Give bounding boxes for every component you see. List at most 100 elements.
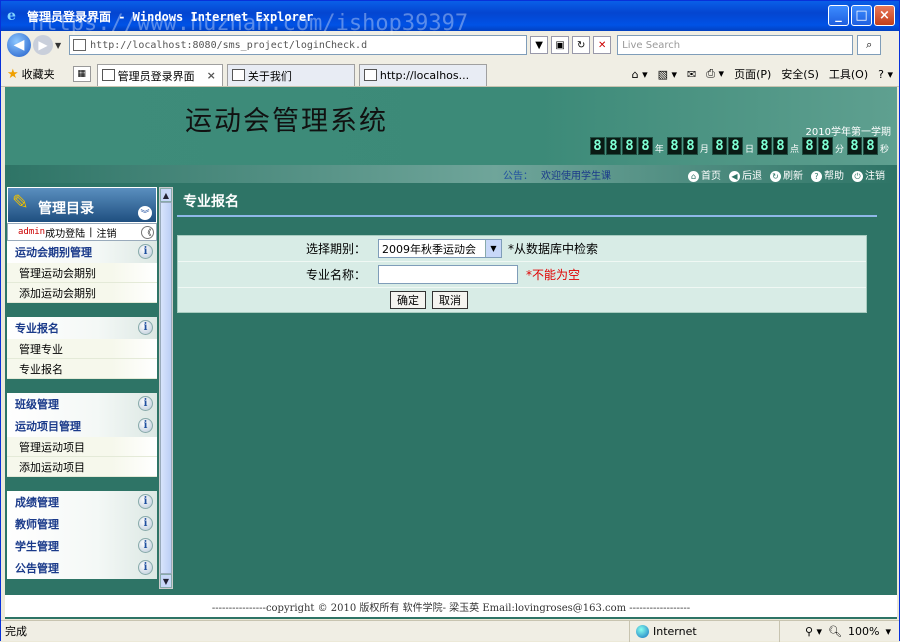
- tab-admin-login[interactable]: 管理员登录界面 ×: [96, 64, 223, 86]
- logout-link[interactable]: 注销: [96, 225, 116, 240]
- sidebar-group-title[interactable]: 成绩管理 i: [7, 491, 157, 513]
- major-label: 专业名称：: [305, 268, 366, 282]
- clock-digit: 8: [666, 137, 682, 155]
- tab-close-icon[interactable]: ×: [207, 69, 216, 82]
- feeds-icon[interactable]: ▧ ▾: [658, 68, 677, 81]
- clock-unit: 月: [699, 145, 709, 155]
- chevron-down-icon[interactable]: ▼: [485, 240, 501, 257]
- info-icon[interactable]: i: [138, 560, 153, 575]
- minimize-button[interactable]: _: [828, 5, 849, 26]
- sidebar-group: 专业报名 i 管理专业 专业报名: [7, 317, 157, 379]
- sidebar-item[interactable]: 管理运动会期别: [7, 263, 157, 283]
- scroll-down-icon[interactable]: ▼: [160, 574, 172, 588]
- info-icon[interactable]: i: [138, 418, 153, 433]
- sidebar-group-title[interactable]: 公告管理 i: [7, 557, 157, 579]
- tools-menu[interactable]: 工具(O): [829, 66, 868, 82]
- info-icon[interactable]: i: [138, 244, 153, 259]
- zoom-icon: 🔍︎: [828, 624, 843, 638]
- search-input[interactable]: Live Search: [617, 35, 854, 55]
- quick-back[interactable]: ◀ 后退: [729, 167, 762, 182]
- sidebar-group-title[interactable]: 学生管理 i: [7, 535, 157, 557]
- search-icon[interactable]: ⌕: [857, 35, 882, 55]
- info-icon[interactable]: i: [138, 396, 153, 411]
- term-label: 2010学年第一学期: [805, 127, 891, 138]
- major-name-input[interactable]: [378, 265, 518, 284]
- sidebar-group-title[interactable]: 专业报名 i: [7, 317, 157, 339]
- mail-icon[interactable]: ✉: [687, 68, 696, 81]
- clock-digit: 8: [817, 137, 833, 155]
- info-icon[interactable]: i: [138, 320, 153, 335]
- stop-icon[interactable]: ✕: [593, 36, 612, 54]
- zoom-dropdown-icon[interactable]: ▾: [885, 625, 891, 638]
- confirm-button[interactable]: 确定: [390, 291, 426, 309]
- quick-tabs-icon[interactable]: ▦: [72, 66, 91, 82]
- sidebar-header: ✎ 管理目录 ︾: [7, 187, 157, 223]
- signup-form: 选择期别： 2009年秋季运动会 ▼ *从数据库中检索 专业名称： *不能为空: [177, 235, 867, 313]
- info-icon[interactable]: i: [138, 494, 153, 509]
- quick-home[interactable]: ⌂ 首页: [688, 167, 721, 182]
- cancel-button[interactable]: 取消: [432, 291, 468, 309]
- status-text: 完成: [5, 625, 27, 638]
- period-value: 2009年秋季运动会: [382, 242, 476, 256]
- sidebar-group: 教师管理 i: [7, 513, 157, 535]
- help-icon: ?: [811, 170, 822, 182]
- title-bar: e 管理员登录界面 - Windows Internet Explorer _ …: [1, 1, 899, 31]
- page-icon: [73, 39, 87, 51]
- sidebar-item[interactable]: 管理专业: [7, 339, 157, 359]
- security-zone[interactable]: Internet: [629, 620, 779, 642]
- home-icon[interactable]: ⌂ ▾: [632, 68, 648, 81]
- forward-button[interactable]: ▶: [33, 35, 53, 55]
- refresh-icon[interactable]: ↻: [572, 36, 591, 54]
- page-icon: [363, 69, 377, 81]
- site-title: 运动会管理系统: [185, 106, 388, 137]
- sidebar-group-label: 班级管理: [15, 398, 59, 411]
- zoom-level: 100%: [848, 624, 880, 638]
- help-icon[interactable]: ? ▾: [878, 68, 893, 81]
- notice-bar: 公告： 欢迎使用学生课 ⌂ 首页 ◀ 后退 ↻ 刷新 ? 帮助 ⏻ 注销: [5, 165, 897, 183]
- sidebar-item[interactable]: 添加运动会期别: [7, 283, 157, 303]
- clock-digit: 8: [682, 137, 698, 155]
- page-menu[interactable]: 页面(P): [734, 66, 771, 82]
- sidebar-group-label: 学生管理: [15, 540, 59, 553]
- star-icon: ★: [7, 66, 19, 82]
- compat-view-icon[interactable]: ▣: [551, 36, 570, 54]
- safety-menu[interactable]: 安全(S): [781, 66, 819, 82]
- address-input[interactable]: http://localhost:8080/sms_project/loginC…: [69, 35, 528, 55]
- collapse-icon[interactable]: ︾: [138, 206, 152, 220]
- sidebar-scrollbar[interactable]: ▲ ▼: [159, 187, 173, 589]
- quick-logout[interactable]: ⏻ 注销: [852, 167, 885, 182]
- status-bar: 完成 Internet ⚲ ▾ 🔍︎ 100% ▾: [1, 620, 899, 642]
- quick-help[interactable]: ? 帮助: [811, 167, 844, 182]
- scroll-thumb[interactable]: [160, 202, 172, 574]
- back-circle-icon[interactable]: 《: [141, 226, 154, 239]
- sidebar-item[interactable]: 管理运动项目: [7, 437, 157, 457]
- close-button[interactable]: ×: [874, 5, 895, 26]
- print-icon[interactable]: ⎙ ▾: [706, 67, 724, 81]
- sidebar-item[interactable]: 添加运动项目: [7, 457, 157, 477]
- sidebar-group-label: 专业报名: [15, 322, 59, 335]
- back-button[interactable]: ◀: [7, 33, 31, 57]
- protected-mode-icon[interactable]: ⚲ ▾: [805, 625, 822, 638]
- clock-digit: 8: [605, 137, 621, 155]
- address-dropdown-icon[interactable]: ▼: [530, 36, 549, 54]
- tab-localhost[interactable]: http://localhos...: [358, 64, 487, 86]
- page-footer: ----------------copyright © 2010 版权所有 软件…: [5, 595, 897, 617]
- sidebar-group-title[interactable]: 教师管理 i: [7, 513, 157, 535]
- quick-refresh[interactable]: ↻ 刷新: [770, 167, 803, 182]
- sidebar-group-label: 公告管理: [15, 562, 59, 575]
- zoom-control[interactable]: ⚲ ▾ 🔍︎ 100% ▾: [779, 620, 899, 642]
- maximize-button[interactable]: □: [851, 5, 872, 26]
- sidebar-group-title[interactable]: 运动项目管理 i: [7, 415, 157, 437]
- scroll-up-icon[interactable]: ▲: [160, 188, 172, 202]
- sidebar-group-title[interactable]: 班级管理 i: [7, 393, 157, 415]
- period-label: 选择期别：: [305, 242, 366, 256]
- info-icon[interactable]: i: [138, 516, 153, 531]
- favorites-button[interactable]: ★ 收藏夹: [1, 62, 61, 86]
- sidebar-group-title[interactable]: 运动会期别管理 i: [7, 241, 157, 263]
- period-select[interactable]: 2009年秋季运动会 ▼: [378, 239, 502, 258]
- history-dropdown-icon[interactable]: ▼: [55, 41, 61, 50]
- tab-about-us[interactable]: 关于我们: [226, 64, 355, 86]
- page-icon: [101, 69, 115, 81]
- sidebar-item[interactable]: 专业报名: [7, 359, 157, 379]
- info-icon[interactable]: i: [138, 538, 153, 553]
